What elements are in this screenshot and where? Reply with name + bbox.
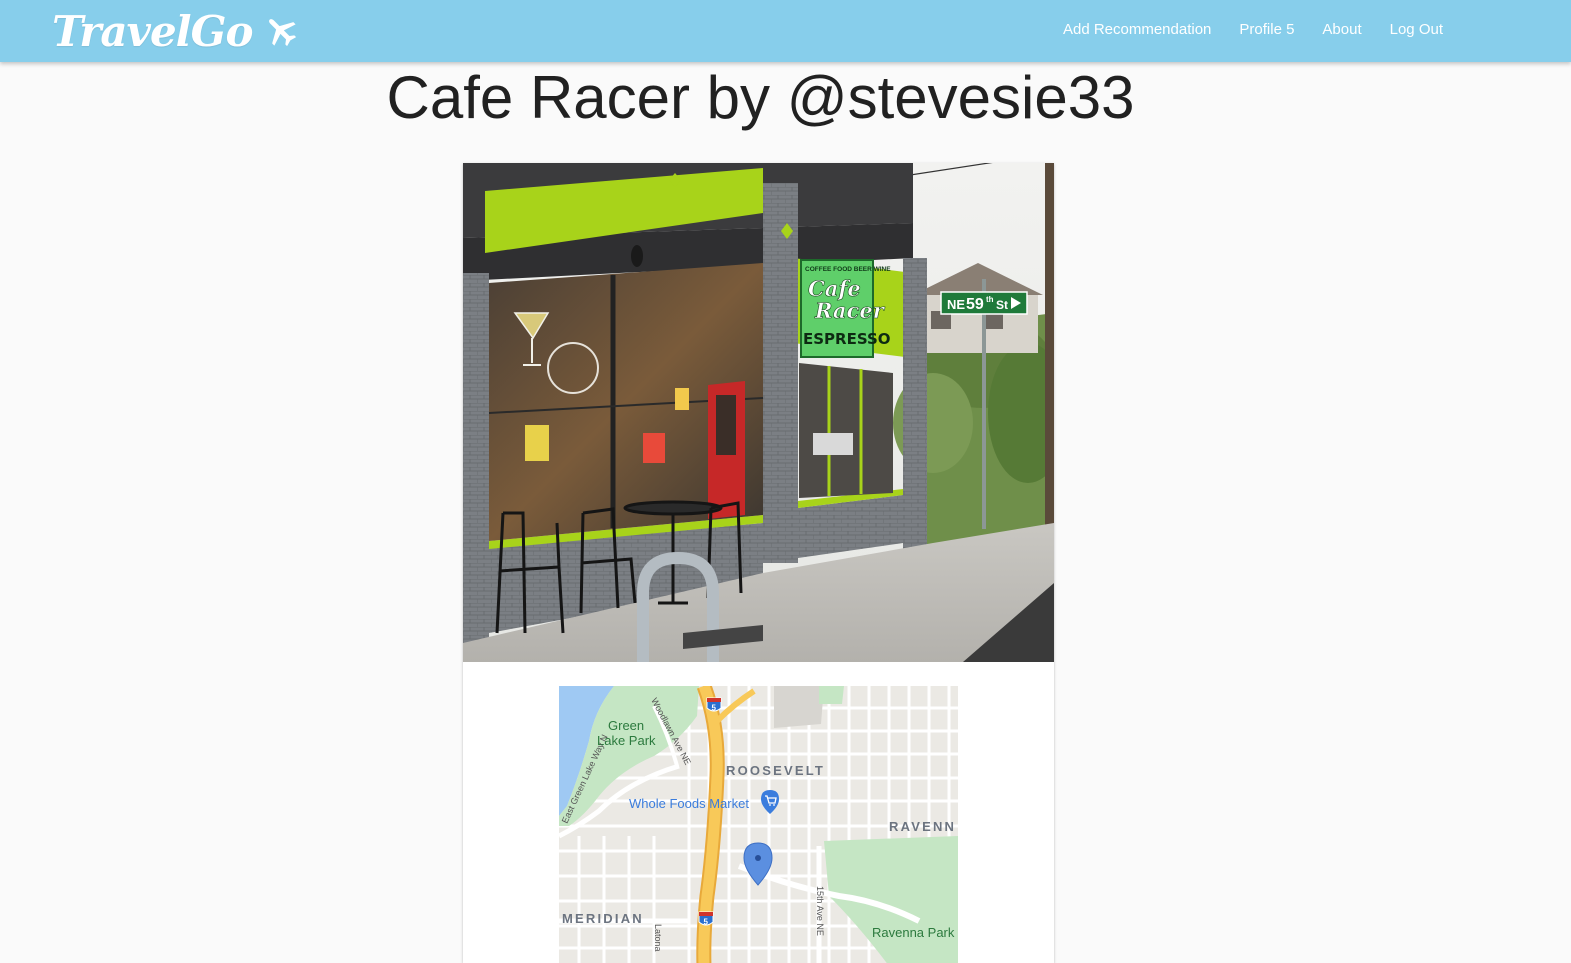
map-label-ravenna: RAVENN	[889, 819, 956, 834]
nav-profile[interactable]: Profile 5	[1225, 0, 1308, 60]
map-label-whole-foods: Whole Foods Market	[629, 796, 749, 811]
map-label-meridian: MERIDIAN	[562, 911, 644, 926]
street-sign-prefix: NE	[947, 297, 965, 312]
nav-about[interactable]: About	[1308, 0, 1375, 60]
airplane-icon	[268, 19, 296, 47]
sign-espresso: ESPRESSO	[803, 330, 891, 348]
nav-links: Add Recommendation Profile 5 About Log O…	[1049, 0, 1457, 60]
street-sign-number: 59	[966, 296, 984, 313]
top-navbar: TravelGo Add Recommendation Profile 5 Ab…	[0, 0, 1571, 62]
street-sign-suffix: St	[996, 298, 1008, 312]
map-label-green-lake-1: Green	[608, 718, 644, 733]
nav-log-out[interactable]: Log Out	[1376, 0, 1457, 60]
sign-name-line2: Racer	[814, 298, 886, 323]
map-label-ravenna-park: Ravenna Park	[872, 925, 955, 940]
location-map[interactable]: 5 5 Green Lake Park Woodlawn Ave NE East…	[559, 686, 958, 963]
nav-add-recommendation[interactable]: Add Recommendation	[1049, 0, 1225, 60]
cafe-photo: NE 59 th St COFFEE FOOD BEER WINE Cafe R…	[463, 163, 1054, 662]
recommendation-card: NE 59 th St COFFEE FOOD BEER WINE Cafe R…	[463, 163, 1054, 963]
interstate-shield-label-bottom: 5	[704, 918, 709, 927]
brand-logo-link[interactable]: TravelGo	[52, 6, 299, 56]
street-sign-sup: th	[986, 295, 994, 304]
map-label-15th-ave: 15th Ave NE	[815, 886, 825, 936]
brand-name: TravelGo	[52, 6, 254, 56]
interstate-shield-label-top: 5	[712, 704, 717, 713]
page-title: Cafe Racer by @stevesie33	[386, 64, 1135, 131]
sign-top-text: COFFEE FOOD BEER WINE	[805, 266, 891, 273]
map-label-latona: Latona	[653, 924, 663, 952]
map-label-roosevelt: ROOSEVELT	[726, 763, 825, 778]
map-canvas[interactable]: 5 5 Green Lake Park Woodlawn Ave NE East…	[559, 686, 958, 963]
